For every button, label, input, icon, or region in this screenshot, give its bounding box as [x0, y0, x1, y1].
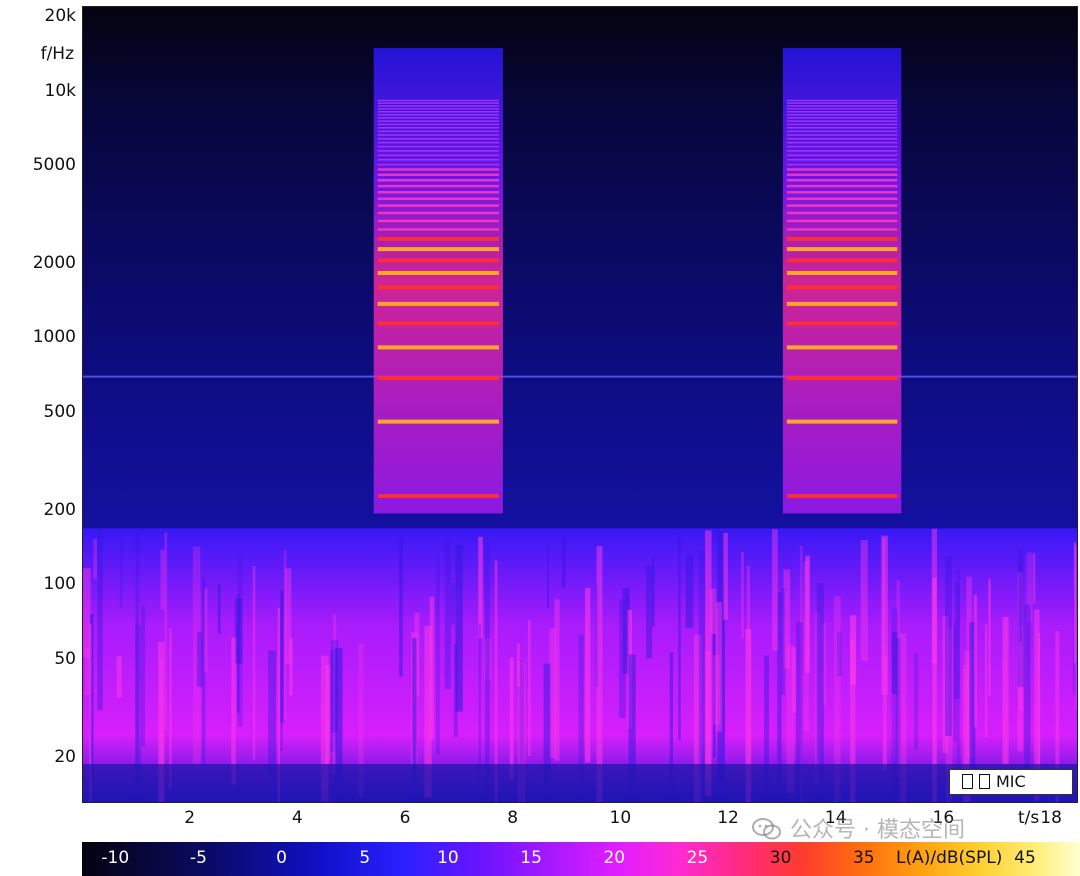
noise-streak	[984, 623, 988, 737]
x-tick-label: 2	[184, 808, 196, 828]
noise-streak	[678, 534, 681, 740]
legend-label: MIC	[996, 772, 1026, 791]
wechat-icon	[752, 818, 781, 840]
colorbar-tick-label: -10	[101, 848, 130, 868]
noise-streak	[1032, 553, 1036, 604]
noise-streak	[197, 631, 203, 687]
noise-streak	[1017, 548, 1024, 688]
noise-streak	[772, 529, 778, 651]
legend: MIC	[949, 769, 1073, 795]
noise-streak	[455, 544, 463, 712]
noise-floor	[83, 764, 1077, 802]
noise-streak	[741, 551, 744, 639]
y-axis-label: f/Hz	[40, 44, 74, 64]
noise-streak	[435, 555, 440, 755]
noise-streak	[119, 539, 123, 609]
noise-streak	[252, 565, 256, 760]
y-tick-label: 100	[43, 574, 76, 595]
noise-streak	[944, 556, 952, 736]
colorbar-tick-label: 20	[603, 848, 626, 868]
noise-streak	[931, 528, 937, 664]
colorbar-tick-label: 15	[520, 848, 542, 868]
x-tick-label: 8	[507, 808, 519, 828]
colorbar-tick-label: 25	[686, 848, 709, 868]
noise-streak	[268, 650, 277, 777]
noise-streak	[280, 589, 284, 723]
noise-streak	[816, 583, 824, 793]
noise-streak	[860, 540, 868, 661]
spectrogram-plot: MIC	[82, 6, 1078, 803]
noise-streak	[237, 553, 243, 727]
colorbar-tick-label: 10	[437, 848, 459, 868]
y-tick-label: 200	[43, 499, 76, 520]
noise-streak	[164, 532, 168, 730]
noise-streak	[97, 528, 103, 711]
noise-streak	[547, 545, 550, 609]
legend-swatch-icon	[979, 774, 990, 789]
x-axis-label: t/s	[1018, 808, 1040, 828]
y-tick-label: 50	[54, 648, 76, 669]
noise-streak	[1002, 617, 1009, 766]
colorbar-tick-label: 35	[852, 848, 875, 868]
noise-streak	[478, 536, 483, 639]
y-tick-label: 10k	[44, 80, 76, 101]
noise-streak	[399, 538, 403, 677]
noise-streak	[554, 599, 560, 761]
noise-streak	[284, 549, 287, 720]
colorbar-tick-label: 0	[276, 848, 288, 868]
noise-streak	[803, 561, 809, 732]
legend-swatch-icon	[962, 774, 973, 789]
noise-streak	[484, 542, 490, 802]
x-tick-label: 6	[399, 808, 411, 828]
x-tick-label: 12	[717, 808, 739, 828]
y-tick-label: 500	[43, 401, 76, 422]
noise-streak	[685, 554, 694, 629]
noise-streak	[93, 538, 97, 580]
noise-streak	[141, 605, 146, 747]
x-tick-label: 4	[291, 808, 303, 828]
noise-streak	[516, 643, 520, 687]
y-tick-label: 2000	[32, 253, 76, 274]
noise-streak	[781, 588, 785, 696]
noise-streak	[527, 619, 531, 756]
noise-band	[83, 528, 1077, 802]
noise-streak	[705, 530, 712, 797]
noise-streak	[585, 587, 591, 763]
noise-streak	[509, 657, 514, 780]
noise-streak	[1074, 546, 1077, 710]
noise-streak	[562, 535, 566, 588]
noise-streak	[723, 532, 728, 620]
noise-streak	[451, 582, 455, 625]
y-tick-label: 1000	[32, 327, 76, 348]
spectrogram-canvas	[83, 7, 1077, 802]
noise-streak	[954, 582, 960, 700]
noise-streak	[715, 602, 722, 732]
colorbar-label: L(A)/dB(SPL)	[896, 848, 1003, 868]
noise-streak	[231, 637, 236, 785]
noise-streak	[217, 584, 221, 634]
noise-streak	[973, 594, 977, 728]
colorbar-tick-label: -5	[189, 848, 207, 868]
noise-streak	[160, 549, 165, 610]
y-tick-label: 5000	[32, 154, 76, 175]
watermark-text: 公众号 · 模态空间	[790, 818, 965, 843]
noise-streak	[202, 578, 206, 766]
noise-streak	[881, 535, 889, 695]
y-tick-label: 20k	[44, 6, 76, 27]
noise-streak	[289, 638, 293, 696]
noise-streak	[746, 565, 751, 640]
x-tick-label: 10	[609, 808, 632, 828]
noise-streak	[135, 532, 140, 801]
noise-streak	[913, 653, 919, 750]
noise-streak	[646, 565, 653, 659]
noise-streak	[444, 540, 451, 690]
noise-streak	[116, 656, 122, 698]
noise-streak	[988, 578, 991, 697]
y-tick-label: 20	[54, 746, 76, 767]
colorbar-tick-label: 5	[359, 848, 371, 868]
colorbar-tick-label: 45	[1014, 848, 1036, 868]
noise-streak	[1024, 604, 1031, 769]
colorbar-tick-label: 30	[769, 848, 792, 868]
noise-streak	[651, 557, 655, 627]
